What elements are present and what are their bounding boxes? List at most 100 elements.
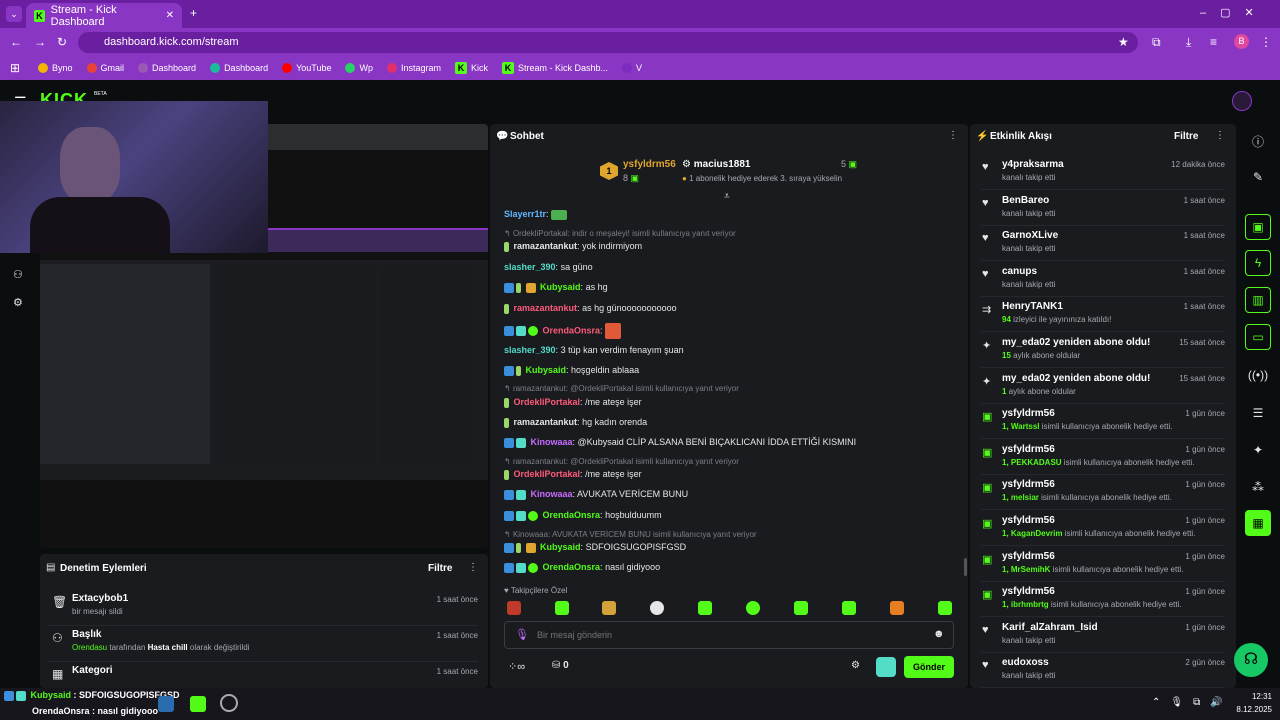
activity-user[interactable]: ysfyldrm56 [1002, 551, 1055, 562]
settings-gear-icon[interactable]: ⚙ [13, 296, 23, 309]
back-icon[interactable]: ← [10, 35, 22, 49]
system-tray-icons[interactable]: ⌃🎙⧉🔊 [1152, 697, 1233, 708]
profile-avatar[interactable]: B [1234, 34, 1249, 49]
emoji-picker-icon[interactable]: ☻ [933, 628, 945, 640]
activity-menu-icon[interactable]: ⋮ [1215, 130, 1225, 141]
taskbar-app-icon[interactable] [190, 696, 206, 712]
emote-icon[interactable] [555, 601, 569, 615]
moderation-desc: Orendasu tarafından Hasta chill olarak d… [72, 643, 250, 652]
expand-leaderboard-icon[interactable]: ⩡ [724, 191, 730, 202]
chat-message: OrdekliPortakal: /me ateşe işer [504, 469, 642, 480]
activity-user[interactable]: BenBareo [1002, 195, 1049, 206]
emote-icon[interactable] [938, 601, 952, 615]
activity-user[interactable]: HenryTANK1 [1002, 301, 1063, 312]
emote-icon[interactable] [650, 601, 664, 615]
tab-close-icon[interactable]: ✕ [166, 10, 174, 21]
user-avatar[interactable] [1232, 91, 1252, 111]
media-icon[interactable]: ≡ [1210, 35, 1217, 49]
bookmark-kick[interactable]: K Kick [455, 62, 488, 74]
mod-badge-icon [504, 365, 514, 376]
bookmark-star-icon[interactable]: ★ [1118, 35, 1129, 49]
bookmark-v[interactable]: V [622, 63, 642, 73]
points-icon[interactable]: ⁘∞ [508, 660, 525, 673]
taskbar-app-icon[interactable] [158, 696, 174, 712]
layers-icon[interactable]: ☰ [1245, 400, 1271, 426]
chat-input-box[interactable]: 🎙 ☻ [504, 621, 954, 649]
bolt-icon[interactable]: ϟ [1245, 250, 1271, 276]
bookmark-youtube[interactable]: YouTube [282, 63, 331, 73]
taskbar-obs-icon[interactable] [220, 694, 238, 712]
chat-scrollbar[interactable] [964, 558, 967, 576]
bookmark-instagram[interactable]: Instagram [386, 63, 441, 73]
activity-user[interactable]: eudoxoss [1002, 657, 1049, 668]
browser-tab-active[interactable]: K Stream - Kick Dashboard ✕ [26, 3, 182, 28]
chat-message: slasher_390: sa güno [504, 262, 593, 272]
help-support-icon[interactable]: ☊ [1234, 643, 1268, 677]
emote-icon[interactable] [842, 601, 856, 615]
share-icon[interactable]: ⁂ [1245, 474, 1271, 500]
window-controls[interactable]: –▢✕ [1200, 6, 1268, 19]
chat-message: ramazantankut: as hg günooooooooooo [504, 303, 677, 314]
activity-filter-button[interactable]: Filtre [1174, 131, 1198, 142]
emote-icon[interactable] [746, 601, 760, 615]
activity-user[interactable]: canups [1002, 266, 1037, 277]
emote-icon[interactable] [602, 601, 616, 615]
leader-second[interactable]: ⚙ macius1881 [682, 159, 750, 170]
clipboard-icon[interactable]: ▥ [1245, 287, 1271, 313]
address-bar[interactable]: dashboard.kick.com/stream [78, 32, 1138, 53]
activity-user[interactable]: my_eda02 yeniden abone oldu! [1002, 373, 1150, 384]
bookmark-stream-kick[interactable]: K Stream - Kick Dashb... [502, 62, 608, 74]
bookmark-dashboard-2[interactable]: Dashboard [210, 63, 268, 73]
send-button[interactable]: Gönder [904, 656, 954, 678]
chat-overlay-line: Kubysaid : SDFOIGSUGOPISFGSD [4, 690, 180, 701]
kick-icon: K [455, 62, 467, 74]
emote-icon[interactable] [794, 601, 808, 615]
activity-user[interactable]: Karif_alZahram_Isid [1002, 622, 1098, 633]
chat-bot-icon[interactable] [876, 657, 896, 677]
coin-icon: ● [682, 174, 687, 183]
bookmark-gmail[interactable]: Gmail [86, 63, 124, 73]
tab-search-button[interactable]: ⌄ [6, 6, 22, 22]
chat-message: Kubysaid: as hg [504, 282, 608, 293]
bookmark-dashboard-1[interactable]: Dashboard [138, 63, 196, 73]
wrench-icon[interactable]: ✦ [1245, 437, 1271, 463]
bookmark-wp[interactable]: Wp [345, 63, 373, 73]
activity-user[interactable]: GarnoXLive [1002, 230, 1058, 241]
apps-grid-icon[interactable]: ⊞ [10, 61, 20, 75]
chat-settings-icon[interactable]: ⚙ [851, 660, 860, 671]
leader-first-user[interactable]: ysfyldrm56 [623, 159, 676, 170]
users-icon[interactable]: ⚇ [13, 268, 23, 281]
emote-icon[interactable] [698, 601, 712, 615]
new-tab-button[interactable]: + [190, 6, 197, 20]
emote-icon[interactable] [507, 601, 521, 615]
download-icon[interactable]: ⤓ [1186, 35, 1191, 50]
activity-user[interactable]: ysfyldrm56 [1002, 515, 1055, 526]
activity-time: 1 gün önce [1185, 480, 1225, 490]
moderation-menu-icon[interactable]: ⋮ [468, 562, 478, 573]
chat-message: OrendaOnsra: hoşbulduumm [504, 510, 662, 521]
activity-user[interactable]: ysfyldrm56 [1002, 586, 1055, 597]
microphone-icon[interactable]: 🎙 [515, 628, 529, 641]
activity-user[interactable]: ysfyldrm56 [1002, 444, 1055, 455]
chat-icon[interactable]: ▭ [1245, 324, 1271, 350]
emote-icon[interactable] [890, 601, 904, 615]
chat-menu-icon[interactable]: ⋮ [948, 130, 958, 141]
camera-frame-icon[interactable]: ▣ [1245, 214, 1271, 240]
bookmark-byno[interactable]: Byno [38, 63, 73, 73]
info-icon[interactable]: ⓘ [1245, 128, 1271, 154]
extensions-icon[interactable]: ⧉ [1152, 35, 1161, 50]
broadcast-icon[interactable]: ((•)) [1245, 362, 1271, 388]
moderation-filter-button[interactable]: Filtre [428, 563, 452, 574]
activity-desc: kanalı takip etti [1002, 635, 1056, 645]
activity-user[interactable]: my_eda02 yeniden abone oldu! [1002, 337, 1150, 348]
activity-item: ▣ ysfyldrm56 1, KaganDevrim isimli kullanı… [981, 511, 1225, 546]
activity-user[interactable]: ysfyldrm56 [1002, 479, 1055, 490]
forward-icon[interactable]: → [34, 35, 46, 49]
menu-dots-icon[interactable]: ⋮ [1260, 35, 1272, 49]
chat-message-input[interactable] [537, 627, 917, 643]
edit-pencil-icon[interactable]: ✎ [1245, 164, 1271, 190]
activity-user[interactable]: y4praksarma [1002, 159, 1064, 170]
activity-user[interactable]: ysfyldrm56 [1002, 408, 1055, 419]
active-tool-icon[interactable]: ▦ [1245, 510, 1271, 536]
reload-icon[interactable]: ↻ [57, 35, 67, 49]
